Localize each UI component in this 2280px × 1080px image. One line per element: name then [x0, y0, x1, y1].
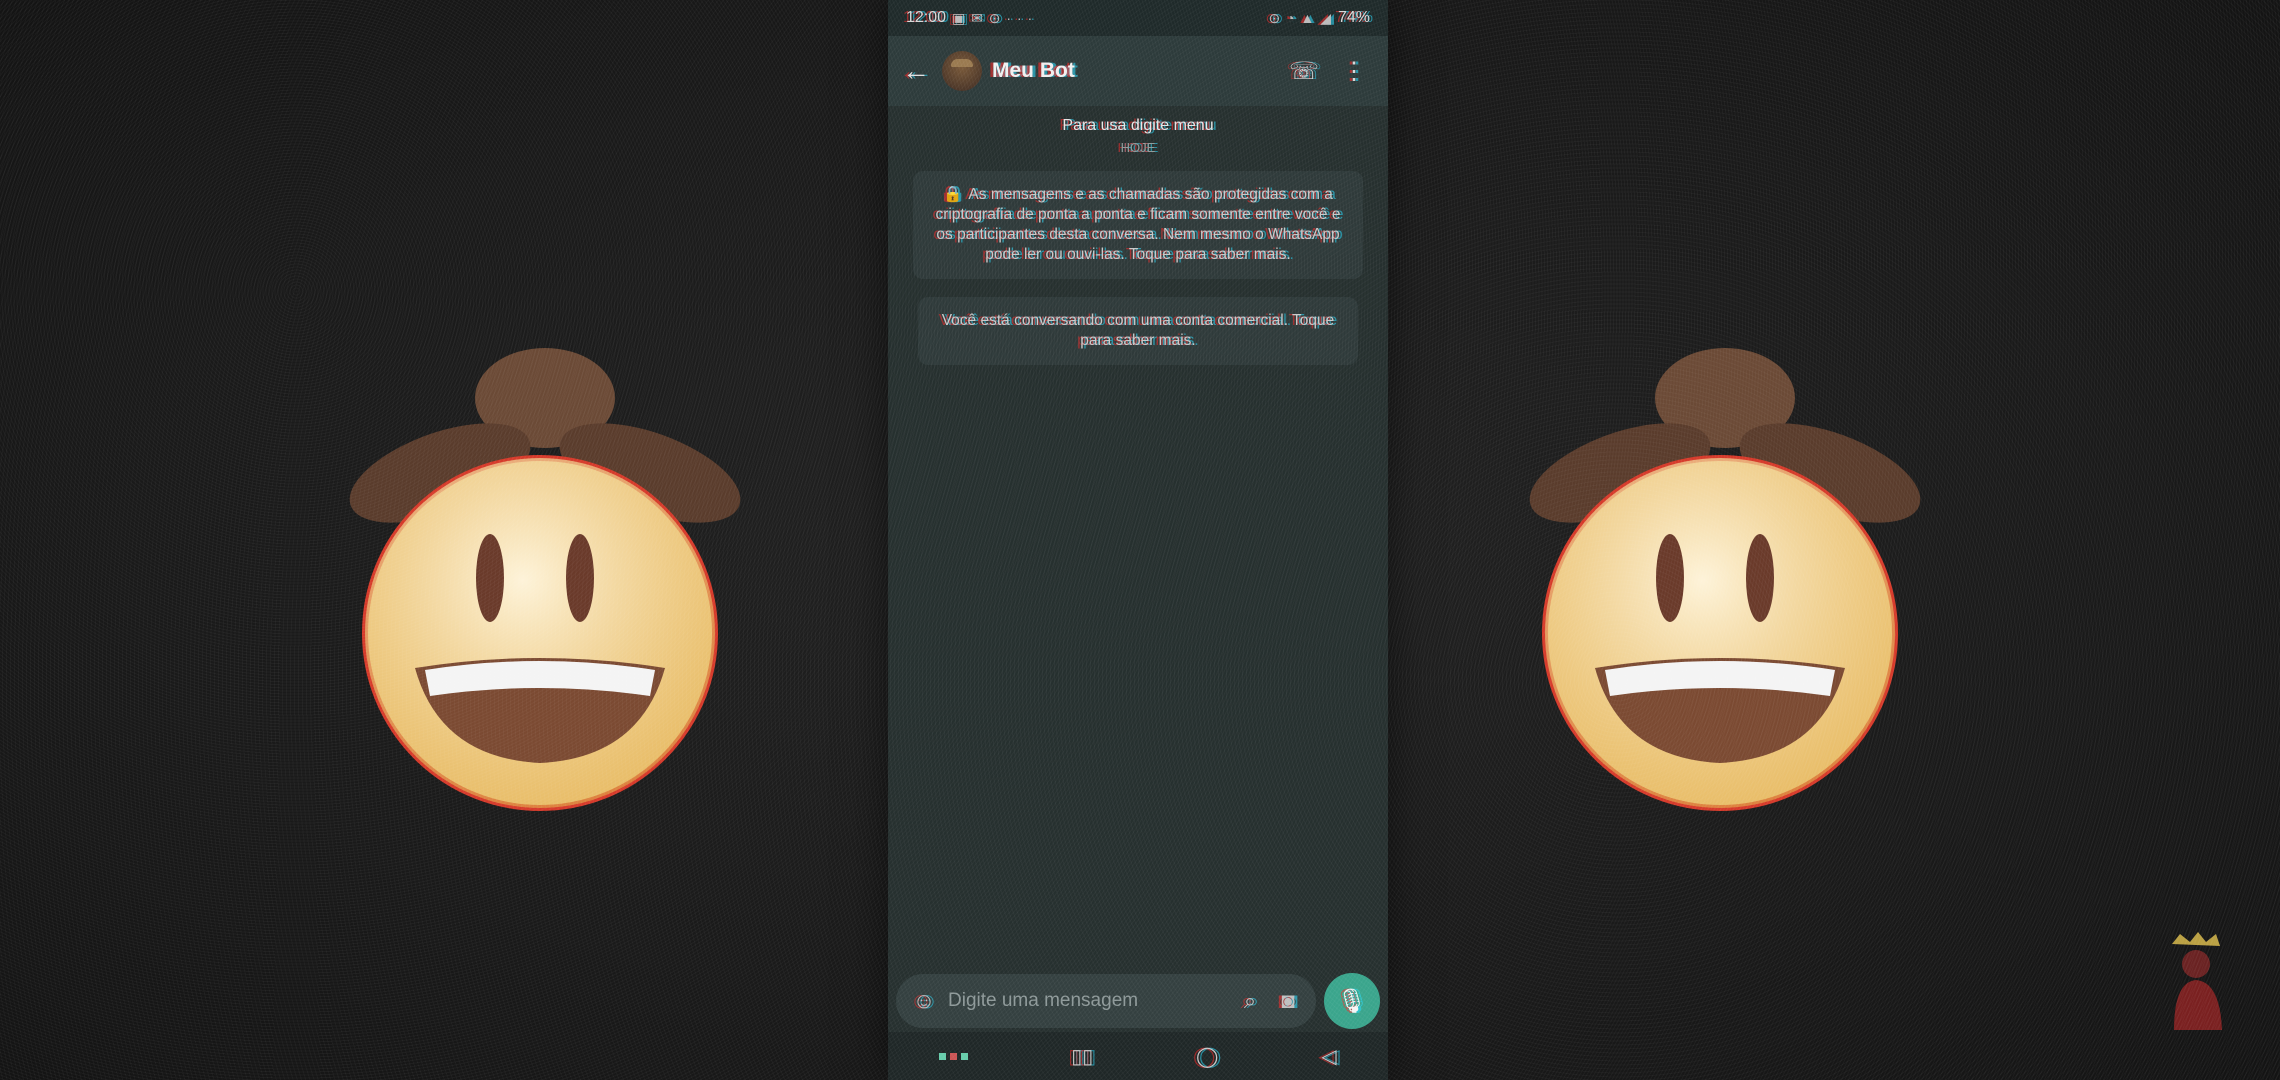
business-text: Você está conversando com uma conta come…	[941, 312, 1335, 349]
recents-icon[interactable]: ▯▯	[1071, 1044, 1093, 1069]
battery-level: 74%	[1337, 9, 1370, 26]
chat-area: Para usa digite menu HOJE 🔒 As mensagens …	[888, 106, 1388, 970]
cowboy-emoji-left	[320, 348, 760, 818]
encryption-notice[interactable]: 🔒 As mensagens e as chamadas são protegid…	[913, 171, 1363, 279]
signal-icons: ⊙ ◔ ▲ ◢	[1268, 9, 1332, 26]
home-icon[interactable]: ◯	[1196, 1044, 1218, 1069]
avatar[interactable]	[942, 51, 982, 91]
status-time: 12:00	[906, 9, 947, 26]
message-input[interactable]	[948, 990, 1226, 1012]
more-vert-icon[interactable]: ⋮	[1334, 57, 1374, 86]
lock-icon: 🔒	[943, 186, 963, 203]
system-nav-bar: ▯▯ ◯ ◁	[888, 1032, 1388, 1080]
composer: ☺ ⌕ ◙ 🎙	[888, 970, 1388, 1032]
chat-header: ← Meu Bot ☏ ⋮	[888, 36, 1388, 106]
watermark-figure-icon	[2160, 930, 2230, 1030]
paperclip-icon[interactable]: ⌕	[1236, 988, 1264, 1014]
notification-icons: ▣ ✉ ⊙ · · ·	[952, 9, 1034, 26]
back-nav-icon[interactable]: ◁	[1321, 1044, 1336, 1069]
phone-screen: 12:00 ▣ ✉ ⊙ · · · ⊙ ◔ ▲ ◢ 74% ← Meu Bot …	[888, 0, 1388, 1080]
contact-name[interactable]: Meu Bot	[992, 59, 1274, 83]
camera-icon[interactable]: ◙	[1274, 988, 1302, 1014]
cowboy-emoji-right	[1500, 348, 1940, 818]
encryption-text: As mensagens e as chamadas são protegida…	[935, 186, 1341, 263]
nav-indicator-icon	[939, 1052, 969, 1060]
back-arrow-icon[interactable]: ←	[902, 55, 932, 87]
message-pill: ☺ ⌕ ◙	[896, 974, 1316, 1028]
hint-chip: Para usa digite menu	[1062, 117, 1214, 134]
emoji-icon[interactable]: ☺	[910, 988, 938, 1014]
date-chip: HOJE	[1120, 140, 1156, 155]
mic-button[interactable]: 🎙	[1324, 973, 1380, 1029]
stage: 12:00 ▣ ✉ ⊙ · · · ⊙ ◔ ▲ ◢ 74% ← Meu Bot …	[0, 0, 2280, 1080]
status-bar: 12:00 ▣ ✉ ⊙ · · · ⊙ ◔ ▲ ◢ 74%	[888, 0, 1388, 36]
business-notice[interactable]: Você está conversando com uma conta come…	[918, 297, 1358, 365]
mic-icon: 🎙	[1336, 987, 1368, 1015]
add-call-icon[interactable]: ☏	[1284, 57, 1324, 86]
